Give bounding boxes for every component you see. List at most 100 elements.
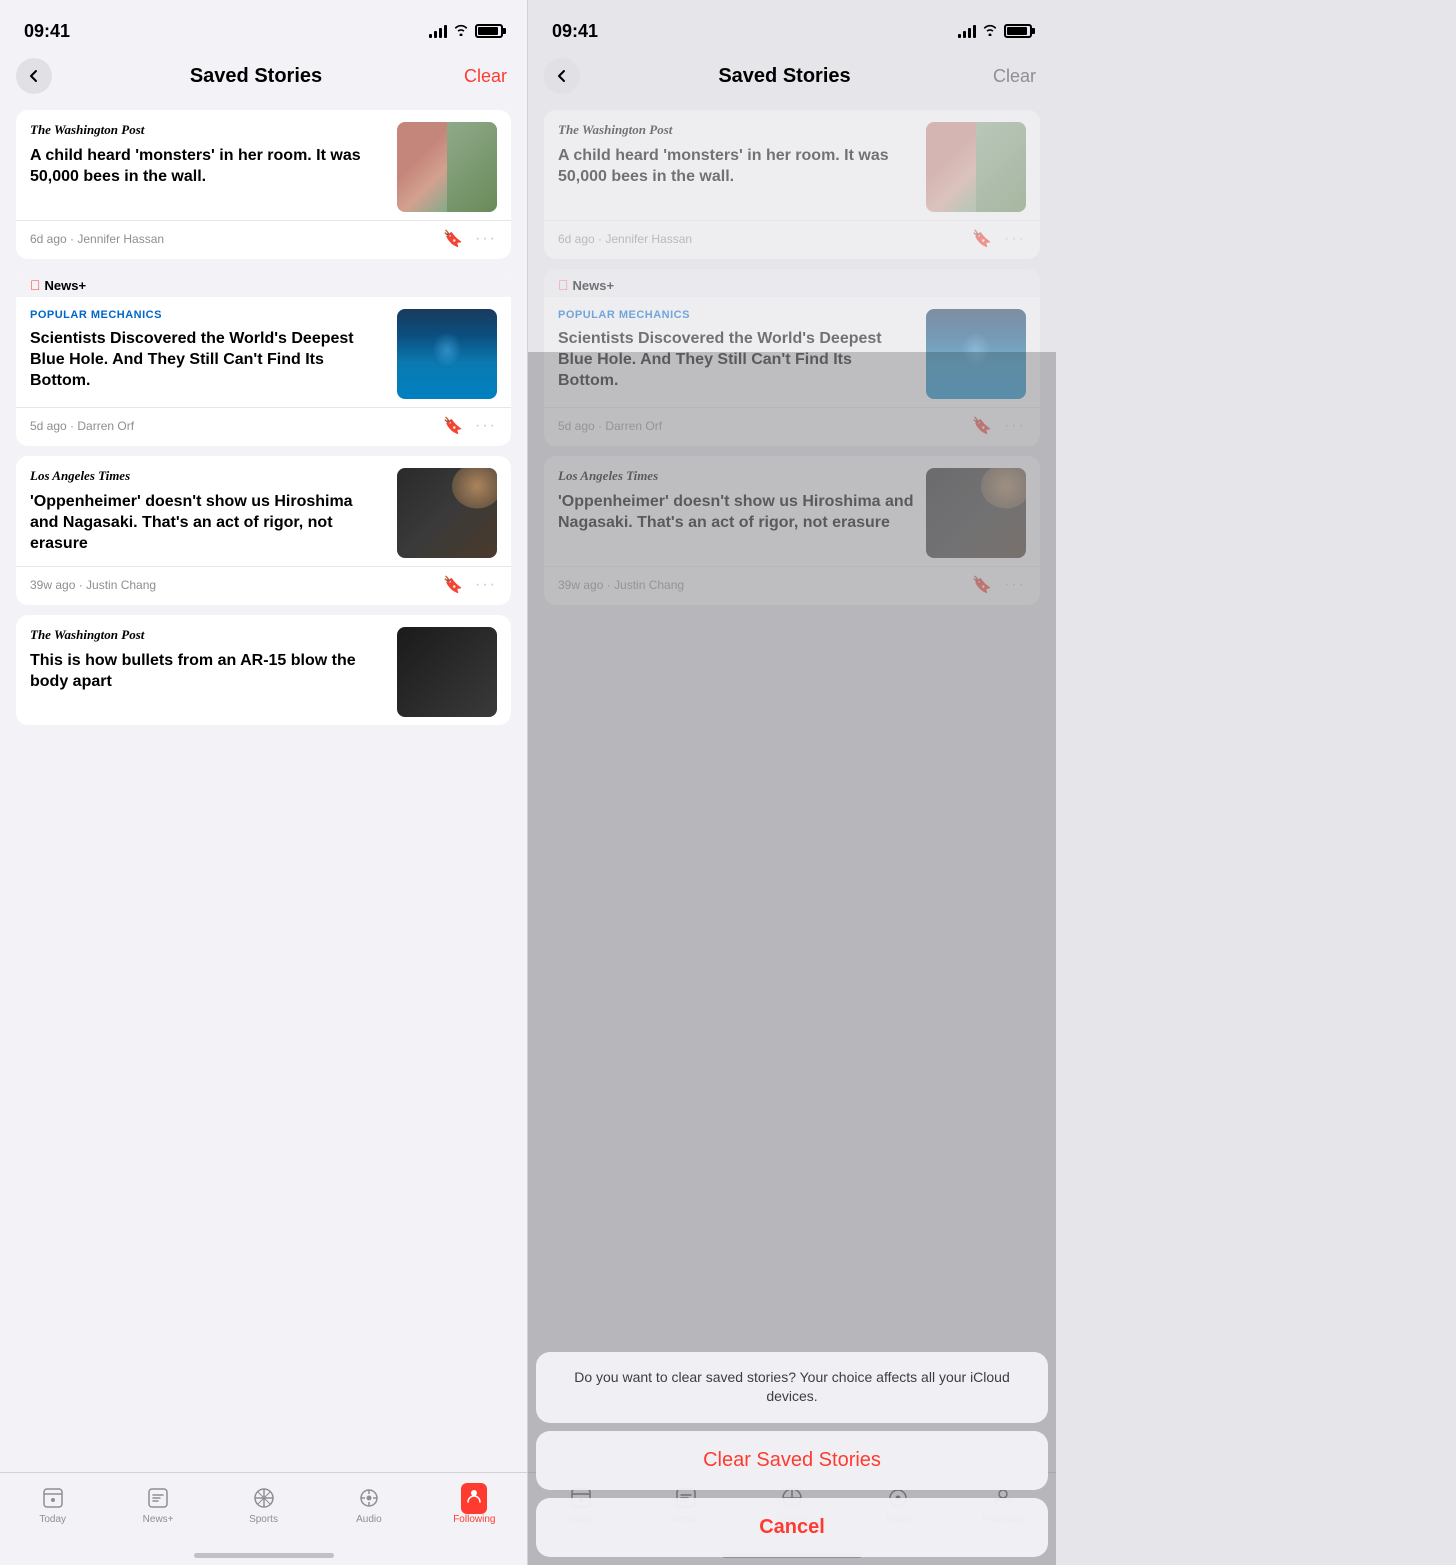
status-bar-right: 09:41 [528, 0, 1056, 54]
story-footer-3-left: 39w ago · Justin Chang 🔖 ··· [16, 566, 511, 605]
bookmark-icon-1-right: 🔖 [972, 229, 992, 249]
story-card-2-left[interactable]:  News+ POPULAR MECHANICS Scientists Dis… [16, 269, 511, 446]
cancel-button-action-sheet[interactable]: Cancel [536, 1498, 1048, 1557]
tab-sports-left[interactable]: Sports [211, 1481, 316, 1529]
clear-button-right[interactable]: Clear [989, 62, 1040, 91]
action-sheet-actions: Clear Saved Stories [536, 1431, 1048, 1490]
bookmark-icon-2-left[interactable]: 🔖 [443, 416, 463, 436]
tab-today-left[interactable]: Today [0, 1481, 105, 1529]
news-plus-label-2-left: News+ [45, 278, 87, 293]
headline-3-left: 'Oppenheimer' doesn't show us Hiroshima … [30, 492, 385, 554]
page-title-right: Saved Stories [718, 65, 850, 88]
status-bar-left: 09:41 [0, 0, 527, 54]
news-plus-label-2-right: News+ [573, 278, 615, 293]
story-actions-2-left: 🔖 ··· [443, 416, 497, 436]
headline-1-right: A child heard 'monsters' in her room. It… [558, 146, 914, 188]
story-card-4-left[interactable]: The Washington Post This is how bullets … [16, 615, 511, 725]
more-icon-2-left[interactable]: ··· [475, 417, 497, 435]
source-logo-3-left: Los Angeles Times [30, 468, 385, 484]
action-sheet-message-text: Do you want to clear saved stories? Your… [574, 1369, 1010, 1405]
signal-icon-left [429, 24, 447, 38]
action-sheet-cancel-container: Cancel [536, 1498, 1048, 1557]
story-text-1-right: The Washington Post A child heard 'monst… [558, 122, 914, 188]
story-main-1-right: The Washington Post A child heard 'monst… [544, 110, 1040, 220]
source-logo-2-right: POPULAR MECHANICS [558, 309, 914, 321]
back-button-left[interactable] [16, 58, 52, 94]
action-sheet: Do you want to clear saved stories? Your… [536, 1352, 1048, 1557]
story-card-3-left[interactable]: Los Angeles Times 'Oppenheimer' doesn't … [16, 456, 511, 605]
wifi-icon-left [453, 23, 469, 39]
back-button-right[interactable] [544, 58, 580, 94]
story-image-1-right [926, 122, 1026, 212]
status-icons-left [429, 23, 503, 39]
battery-icon-left [475, 24, 503, 38]
story-main-2-left: POPULAR MECHANICS Scientists Discovered … [16, 297, 511, 407]
source-logo-1-right: The Washington Post [558, 122, 914, 138]
story-main-1-left: The Washington Post A child heard 'monst… [16, 110, 511, 220]
tab-bar-left: Today News+ Sports Audio [0, 1472, 527, 1545]
news-plus-badge-2-right:  News+ [544, 269, 1040, 297]
story-image-4-left [397, 627, 497, 717]
story-actions-1-right: 🔖 ··· [972, 229, 1026, 249]
bookmark-icon-1-left[interactable]: 🔖 [443, 229, 463, 249]
story-text-1-left: The Washington Post A child heard 'monst… [30, 122, 385, 188]
story-image-1-left [397, 122, 497, 212]
source-logo-1-left: The Washington Post [30, 122, 385, 138]
story-main-4-left: The Washington Post This is how bullets … [16, 615, 511, 725]
tab-audio-label-left: Audio [356, 1514, 382, 1525]
story-text-2-left: POPULAR MECHANICS Scientists Discovered … [30, 309, 385, 391]
following-icon-left [461, 1485, 487, 1511]
news-plus-badge-2-left:  News+ [16, 269, 511, 297]
story-card-1-left[interactable]: The Washington Post A child heard 'monst… [16, 110, 511, 259]
story-footer-1-left: 6d ago · Jennifer Hassan 🔖 ··· [16, 220, 511, 259]
bookmark-icon-3-left[interactable]: 🔖 [443, 575, 463, 595]
tab-today-label-left: Today [39, 1514, 66, 1525]
story-meta-1-left: 6d ago · Jennifer Hassan [30, 232, 164, 246]
stories-list-left: The Washington Post A child heard 'monst… [0, 102, 527, 1472]
story-image-2-left [397, 309, 497, 399]
status-time-left: 09:41 [24, 21, 70, 42]
headline-4-left: This is how bullets from an AR-15 blow t… [30, 651, 385, 693]
newsplus-icon-left [145, 1485, 171, 1511]
story-meta-3-left: 39w ago · Justin Chang [30, 578, 156, 592]
nav-bar-left: Saved Stories Clear [0, 54, 527, 102]
action-sheet-message: Do you want to clear saved stories? Your… [536, 1352, 1048, 1423]
tab-sports-label-left: Sports [249, 1514, 278, 1525]
tab-newsplus-label-left: News+ [143, 1514, 174, 1525]
source-logo-4-left: The Washington Post [30, 627, 385, 643]
story-footer-1-right: 6d ago · Jennifer Hassan 🔖 ··· [544, 220, 1040, 259]
tab-following-label-left: Following [453, 1514, 495, 1525]
battery-icon-right [1004, 24, 1032, 38]
tab-newsplus-left[interactable]: News+ [105, 1481, 210, 1529]
apple-logo-2-left:  [30, 277, 41, 293]
more-icon-3-left[interactable]: ··· [475, 576, 497, 594]
story-actions-1-left: 🔖 ··· [443, 229, 497, 249]
status-time-right: 09:41 [552, 21, 598, 42]
story-image-3-left [397, 468, 497, 558]
today-icon-left [40, 1485, 66, 1511]
more-icon-1-left[interactable]: ··· [475, 230, 497, 248]
apple-logo-2-right:  [558, 277, 569, 293]
headline-1-left: A child heard 'monsters' in her room. It… [30, 146, 385, 188]
clear-button-left[interactable]: Clear [460, 62, 511, 91]
sports-icon-left [251, 1485, 277, 1511]
home-indicator-left [0, 1545, 527, 1565]
page-title-left: Saved Stories [190, 65, 322, 88]
signal-icon-right [958, 24, 976, 38]
story-card-1-right: The Washington Post A child heard 'monst… [544, 110, 1040, 259]
story-main-3-left: Los Angeles Times 'Oppenheimer' doesn't … [16, 456, 511, 566]
source-logo-2-left: POPULAR MECHANICS [30, 309, 385, 321]
story-text-3-left: Los Angeles Times 'Oppenheimer' doesn't … [30, 468, 385, 554]
left-phone-screen: 09:41 Saved Stories [0, 0, 528, 1565]
nav-bar-right: Saved Stories Clear [528, 54, 1056, 102]
story-footer-2-left: 5d ago · Darren Orf 🔖 ··· [16, 407, 511, 446]
right-phone-screen: 09:41 Saved Stories [528, 0, 1056, 1565]
tab-following-left[interactable]: Following [422, 1481, 527, 1529]
more-icon-1-right: ··· [1004, 230, 1026, 248]
story-actions-3-left: 🔖 ··· [443, 575, 497, 595]
story-text-4-left: The Washington Post This is how bullets … [30, 627, 385, 693]
clear-saved-stories-button[interactable]: Clear Saved Stories [536, 1431, 1048, 1490]
wifi-icon-right [982, 23, 998, 39]
story-meta-1-right: 6d ago · Jennifer Hassan [558, 232, 692, 246]
tab-audio-left[interactable]: Audio [316, 1481, 421, 1529]
